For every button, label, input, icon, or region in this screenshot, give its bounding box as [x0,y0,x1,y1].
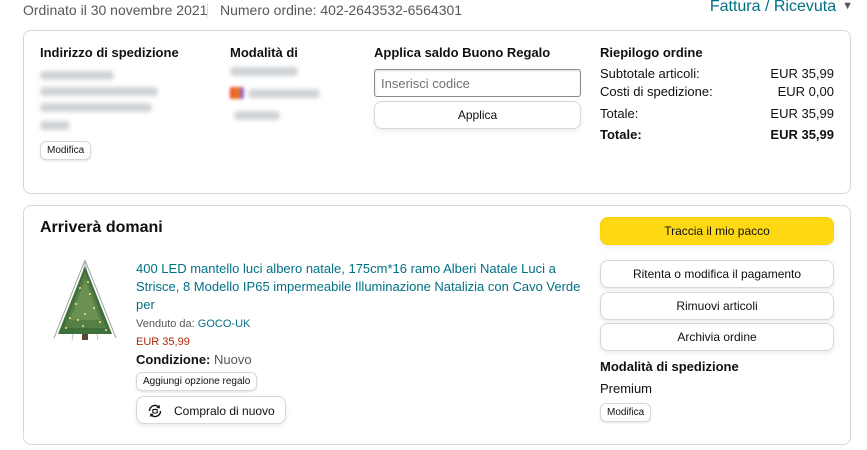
condition: Condizione: Nuovo [136,352,252,367]
shipping-mode-value: Premium [600,381,653,396]
invoice-link[interactable]: Fattura / Ricevuta ▼ [710,0,853,16]
condition-label: Condizione: [136,352,211,367]
gift-card-code-input[interactable] [374,69,581,97]
grand-total-value: EUR 35,99 [770,127,834,142]
shipment-box: Arriverà domani 400 LED mantello luci al… [23,205,851,445]
buy-again-button[interactable]: Compralo di nuovo [136,396,286,424]
edit-shipping-mode-button[interactable]: Modifica [600,403,652,422]
product-title-link[interactable]: 400 LED mantello luci albero natale, 175… [136,260,586,314]
order-details-box: Indirizzo di spedizione Modifica Modalit… [23,30,851,194]
subtotal-value: EUR 35,99 [770,66,834,81]
buy-again-label: Compralo di nuovo [174,404,275,418]
shipping-mode-title: Modalità di spedizione [600,359,739,374]
grand-total-row: Totale: EUR 35,99 [600,127,834,143]
subtotal-row: Subtotale articoli: EUR 35,99 [600,66,834,82]
order-number: Numero ordine: 402-2643532-6564301 [220,2,463,18]
buy-again-icon [148,404,162,418]
redacted-address-line [40,103,152,112]
edit-address-button[interactable]: Modifica [40,141,92,160]
order-date: Ordinato il 30 novembre 2021 [23,2,208,18]
add-gift-option-button[interactable]: Aggiungi opzione regalo [136,372,258,391]
retry-payment-button[interactable]: Ritenta o modifica il pagamento [600,260,834,288]
order-header: Ordinato il 30 novembre 2021 Numero ordi… [23,0,853,20]
total-row: Totale: EUR 35,99 [600,106,834,122]
card-logo-icon [230,87,244,99]
total-label: Totale: [600,106,639,121]
redacted-payment-line [234,111,280,120]
subtotal-label: Subtotale articoli: [600,66,700,81]
archive-order-button[interactable]: Archivia ordine [600,323,834,351]
seller-link[interactable]: GOCO-UK [198,318,251,330]
arrival-title: Arriverà domani [40,219,163,236]
item-price: EUR 35,99 [136,336,190,348]
track-package-button[interactable]: Traccia il mio pacco [600,217,834,245]
grand-total-label: Totale: [600,127,642,142]
redacted-address-line [40,121,70,130]
redacted-payment-line [230,67,298,76]
remove-items-button[interactable]: Rimuovi articoli [600,292,834,320]
chevron-down-icon: ▼ [842,0,853,12]
order-summary-title: Riepilogo ordine [600,45,703,60]
header-divider [207,4,208,17]
invoice-link-label: Fattura / Ricevuta [709,0,837,15]
condition-value: Nuovo [214,352,252,367]
payment-method-title: Modalità di [230,45,298,60]
redacted-address-line [40,87,158,96]
redacted-address-line [40,71,114,80]
shipping-address-title: Indirizzo di spedizione [40,45,179,60]
product-image[interactable] [50,258,120,342]
shipping-cost-value: EUR 0,00 [777,84,834,99]
shipping-cost-row: Costi di spedizione: EUR 0,00 [600,84,834,100]
total-value: EUR 35,99 [770,106,834,121]
sold-by: Venduto da: GOCO-UK [136,318,250,330]
redacted-payment-line [248,89,320,98]
apply-gift-card-button[interactable]: Applica [374,101,581,129]
sold-by-label: Venduto da: [136,318,195,330]
gift-card-title: Applica saldo Buono Regalo [374,45,551,60]
shipping-cost-label: Costi di spedizione: [600,84,713,99]
